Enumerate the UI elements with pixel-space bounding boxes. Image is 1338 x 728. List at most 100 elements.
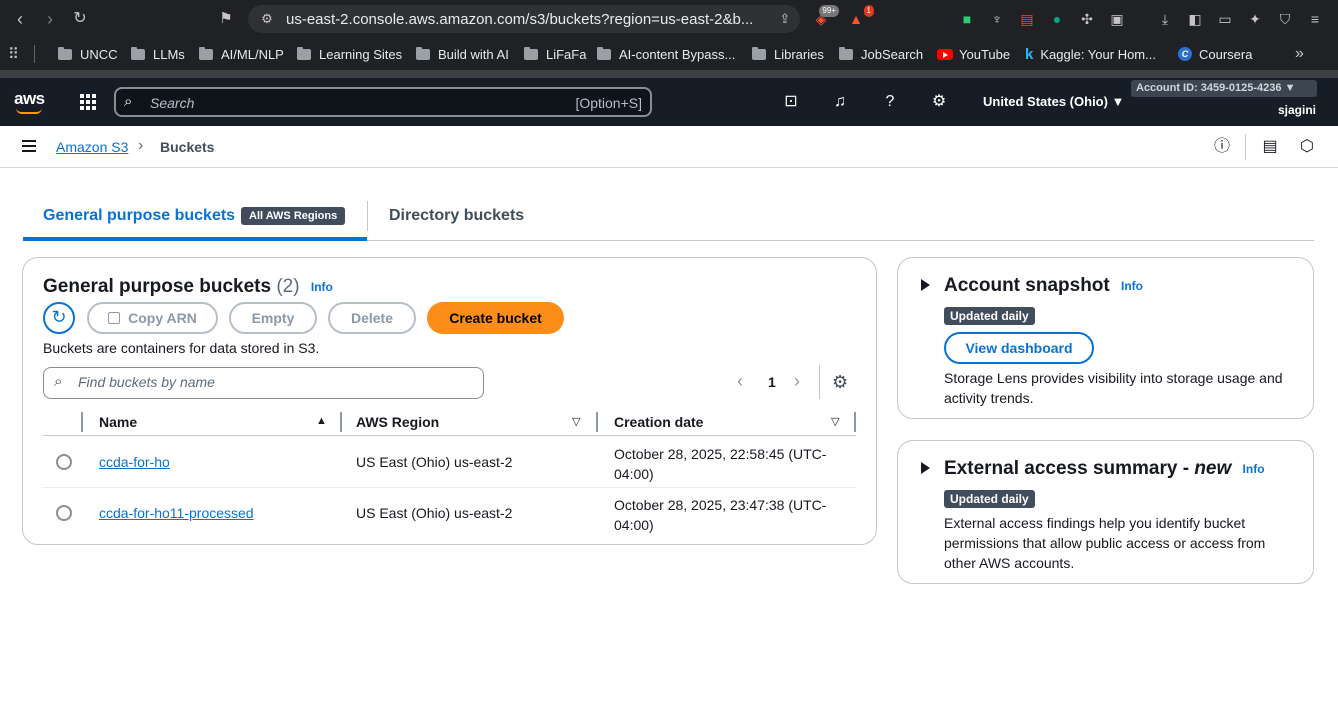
find-buckets-field[interactable]: ⌕ bbox=[43, 367, 484, 399]
info-link[interactable]: Info bbox=[1243, 462, 1265, 476]
column-header-creation-date[interactable]: Creation date bbox=[614, 414, 703, 430]
chatgpt-extension-icon[interactable]: ● bbox=[1047, 9, 1067, 29]
forward-icon[interactable]: › bbox=[40, 9, 60, 29]
column-divider[interactable] bbox=[596, 412, 598, 432]
brave-rewards-icon[interactable]: ▲ 1 bbox=[846, 5, 874, 29]
address-bar[interactable]: ⚙ us-east-2.console.aws.amazon.com/s3/bu… bbox=[248, 5, 800, 33]
row-select-radio[interactable] bbox=[56, 454, 72, 470]
expand-caret-icon[interactable] bbox=[921, 462, 930, 474]
breadcrumb-chevron-icon: › bbox=[138, 137, 144, 154]
info-panel-icon[interactable]: ⓘ bbox=[1212, 137, 1232, 157]
breadcrumb-amazon-s3[interactable]: Amazon S3 bbox=[56, 139, 128, 155]
bookmark-llms[interactable]: LLMs bbox=[131, 45, 185, 63]
bookmark-learning-sites[interactable]: Learning Sites bbox=[297, 45, 402, 63]
column-header-region[interactable]: AWS Region bbox=[356, 414, 439, 430]
find-buckets-input[interactable] bbox=[78, 374, 468, 390]
leo-ai-icon[interactable]: ✦ bbox=[1245, 9, 1265, 29]
wallet-icon[interactable]: ▭ bbox=[1215, 9, 1235, 29]
table-row[interactable]: ccda-for-ho US East (Ohio) us-east-2 Oct… bbox=[43, 437, 856, 488]
notifications-bell-icon[interactable]: ♫ bbox=[830, 92, 850, 112]
bookmark-jobsearch[interactable]: JobSearch bbox=[839, 45, 923, 63]
notes-icon[interactable]: ▤ bbox=[1260, 137, 1280, 157]
current-page-number[interactable]: 1 bbox=[768, 374, 776, 390]
sort-toggle-icon[interactable]: ▽ bbox=[572, 415, 580, 428]
bookmark-label: Kaggle: Your Hom... bbox=[1040, 46, 1156, 62]
copy-arn-button[interactable]: Copy ARN bbox=[87, 302, 218, 334]
previous-page-icon[interactable]: ‹ bbox=[737, 371, 743, 392]
hamburger-menu-icon[interactable] bbox=[22, 140, 36, 152]
info-link[interactable]: Info bbox=[1121, 279, 1143, 293]
apps-icon[interactable]: ⠿ bbox=[8, 45, 19, 63]
info-link[interactable]: Info bbox=[311, 280, 333, 294]
tab-general-purpose-buckets[interactable]: General purpose buckets All AWS Regions bbox=[23, 196, 367, 241]
create-bucket-button[interactable]: Create bucket bbox=[427, 302, 564, 334]
column-divider[interactable] bbox=[854, 412, 856, 432]
printer-extension-icon[interactable]: ▤ bbox=[1017, 9, 1037, 29]
empty-button[interactable]: Empty bbox=[229, 302, 317, 334]
bucket-name-link[interactable]: ccda-for-ho bbox=[99, 454, 170, 470]
amazon-q-icon[interactable]: ⬡ bbox=[1297, 137, 1317, 157]
view-dashboard-button[interactable]: View dashboard bbox=[944, 332, 1094, 364]
user-menu[interactable]: sjagini bbox=[1278, 103, 1316, 117]
breadcrumb-bar: Amazon S3 › Buckets ⓘ ▤ ⬡ bbox=[0, 126, 1338, 168]
folder-icon bbox=[524, 46, 538, 60]
next-page-icon[interactable]: › bbox=[794, 371, 800, 392]
bookmark-coursera[interactable]: C Coursera bbox=[1178, 45, 1252, 63]
bookmark-icon[interactable]: ⚑ bbox=[216, 9, 236, 29]
bookmark-youtube[interactable]: YouTube bbox=[937, 45, 1010, 63]
cloudshell-icon[interactable]: ⊡ bbox=[781, 92, 801, 112]
sort-ascending-icon[interactable]: ▲ bbox=[316, 415, 327, 427]
bookmark-uncc[interactable]: UNCC bbox=[58, 45, 118, 63]
save-extension-icon[interactable]: ■ bbox=[957, 9, 977, 29]
refresh-button[interactable]: ↻ bbox=[43, 302, 75, 334]
bookmark-label: AI/ML/NLP bbox=[221, 46, 284, 62]
column-divider[interactable] bbox=[340, 412, 342, 432]
url-text: us-east-2.console.aws.amazon.com/s3/buck… bbox=[286, 11, 754, 28]
sidebar-icon[interactable]: ◧ bbox=[1185, 9, 1205, 29]
tab-directory-buckets[interactable]: Directory buckets bbox=[389, 207, 524, 225]
table-row[interactable]: ccda-for-ho11-processed US East (Ohio) u… bbox=[43, 488, 856, 539]
toolbar-divider bbox=[1245, 134, 1246, 160]
extensions-icon[interactable]: ✣ bbox=[1077, 9, 1097, 29]
bookmark-libraries[interactable]: Libraries bbox=[752, 45, 824, 63]
services-grid-icon[interactable] bbox=[80, 94, 96, 110]
site-settings-icon[interactable]: ⚙ bbox=[258, 10, 276, 28]
folder-icon bbox=[131, 46, 145, 60]
sort-toggle-icon[interactable]: ▽ bbox=[831, 415, 839, 428]
delete-button[interactable]: Delete bbox=[328, 302, 416, 334]
brave-shield-icon[interactable]: ◈ 99+ bbox=[811, 5, 839, 29]
account-snapshot-title[interactable]: Account snapshot Info bbox=[944, 275, 1143, 297]
console-search[interactable]: ⌕ Search [Option+S] bbox=[114, 87, 652, 117]
bucket-name-link[interactable]: ccda-for-ho11-processed bbox=[99, 505, 254, 521]
bookmark-kaggle[interactable]: k Kaggle: Your Hom... bbox=[1025, 45, 1156, 63]
bookmark-build-with-ai[interactable]: Build with AI bbox=[416, 45, 509, 63]
bookmark-ai-ml-nlp[interactable]: AI/ML/NLP bbox=[199, 45, 284, 63]
bookmark-lifafa[interactable]: LiFaFa bbox=[524, 45, 586, 63]
external-access-title[interactable]: External access summary - new Info bbox=[944, 458, 1265, 480]
download-icon[interactable]: ⤓ bbox=[1155, 9, 1175, 29]
back-icon[interactable]: ‹ bbox=[10, 9, 30, 29]
reload-icon[interactable]: ↻ bbox=[70, 9, 90, 29]
bookmark-ai-content-bypass[interactable]: AI-content Bypass... bbox=[597, 45, 735, 63]
bucket-creation-date: October 28, 2025, 23:47:38 (UTC-04:00) bbox=[614, 497, 827, 533]
more-bookmarks-icon[interactable]: » bbox=[1295, 45, 1304, 63]
settings-gear-icon[interactable]: ⚙ bbox=[929, 92, 949, 112]
share-icon[interactable]: ⇪ bbox=[776, 10, 794, 28]
aws-logo[interactable]: aws bbox=[14, 89, 45, 109]
help-icon[interactable]: ? bbox=[880, 92, 900, 112]
menu-icon[interactable]: ≡ bbox=[1305, 9, 1325, 29]
expand-caret-icon[interactable] bbox=[921, 279, 930, 291]
region-selector[interactable]: United States (Ohio) ▼ bbox=[983, 94, 1124, 109]
new-label: new bbox=[1194, 458, 1232, 479]
row-select-radio[interactable] bbox=[56, 505, 72, 521]
bookmark-label: Coursera bbox=[1199, 46, 1253, 62]
account-snapshot-description: Storage Lens provides visibility into st… bbox=[944, 370, 1283, 406]
table-settings-gear-icon[interactable]: ⚙ bbox=[832, 372, 848, 393]
column-header-name[interactable]: Name bbox=[99, 414, 137, 430]
screenshot-extension-icon[interactable]: ▣ bbox=[1107, 9, 1127, 29]
vpn-icon[interactable]: ⛉ bbox=[1275, 9, 1295, 29]
bookmark-label: LiFaFa bbox=[546, 46, 587, 62]
tools-extension-icon[interactable]: ♆ bbox=[987, 9, 1007, 29]
bookmark-label: AI-content Bypass... bbox=[619, 46, 736, 62]
account-id-badge[interactable]: Account ID: 3459-0125-4236 ▼ bbox=[1131, 80, 1317, 97]
